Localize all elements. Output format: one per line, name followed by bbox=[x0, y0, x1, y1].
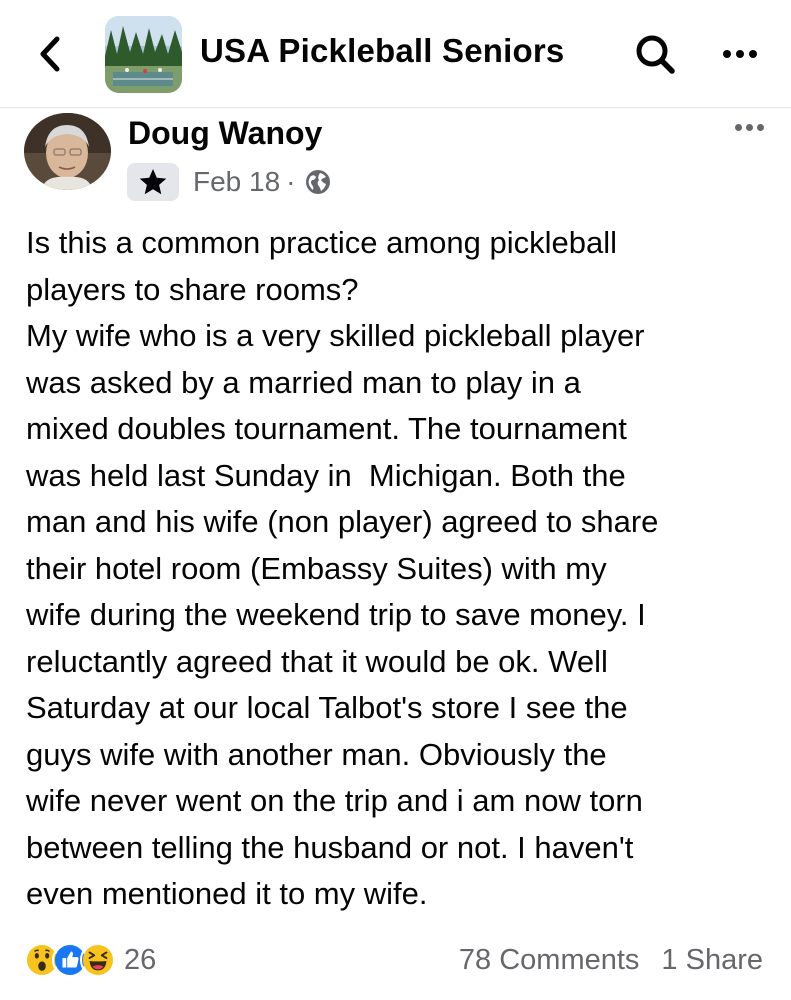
reaction-count: 26 bbox=[124, 943, 157, 976]
author-avatar[interactable] bbox=[24, 113, 111, 190]
globe-icon bbox=[304, 168, 332, 196]
post-date[interactable]: Feb 18 bbox=[193, 166, 280, 198]
search-icon bbox=[636, 35, 675, 74]
group-cover-thumbnail[interactable] bbox=[105, 16, 182, 93]
reactions-summary[interactable]: 26 bbox=[24, 940, 156, 980]
group-name[interactable]: USA Pickleball Seniors bbox=[200, 32, 564, 70]
more-horizontal-icon bbox=[723, 50, 731, 58]
star-icon bbox=[139, 169, 167, 195]
search-button[interactable] bbox=[630, 30, 680, 78]
engagement-stats: 78 Comments 1 Share bbox=[459, 940, 763, 980]
more-horizontal-icon bbox=[734, 123, 742, 131]
shares-count-link[interactable]: 1 Share bbox=[661, 944, 763, 977]
group-header: USA Pickleball Seniors bbox=[0, 0, 791, 108]
member-badge[interactable] bbox=[127, 163, 179, 201]
back-button[interactable] bbox=[30, 30, 70, 78]
meta-separator: · bbox=[286, 166, 296, 197]
group-more-button[interactable] bbox=[712, 34, 768, 74]
post-options-button[interactable] bbox=[728, 112, 770, 142]
post-meta: Feb 18 · bbox=[193, 163, 332, 201]
haha-reaction-icon bbox=[80, 942, 116, 978]
comments-count-link[interactable]: 78 Comments bbox=[459, 944, 640, 977]
author-name[interactable]: Doug Wanoy bbox=[128, 115, 322, 152]
post-body-text: Is this a common practice among pickleba… bbox=[26, 225, 659, 911]
chevron-left-icon bbox=[40, 36, 60, 72]
